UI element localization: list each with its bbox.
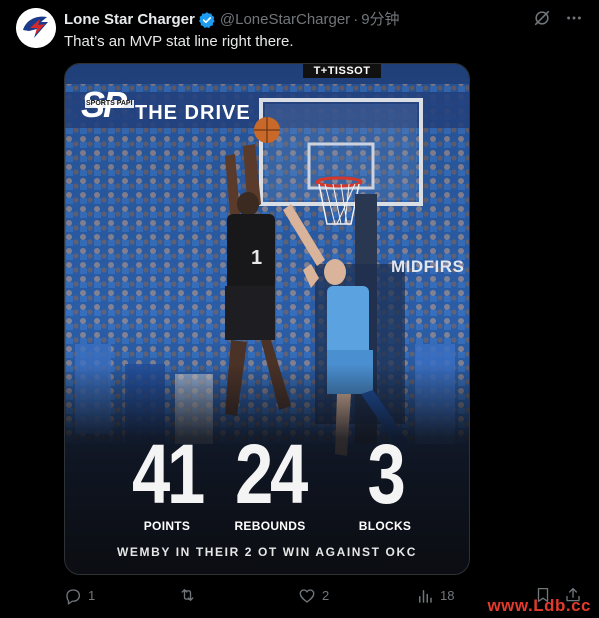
arena-banner: THE DRIVE (135, 102, 251, 124)
stat-label: BLOCKS (358, 519, 412, 533)
views-count: 18 (440, 588, 455, 603)
more-icon[interactable] (565, 9, 583, 33)
stat-label: POINTS (143, 519, 191, 533)
arena-sign: MIDFIRS (391, 257, 465, 276)
reply-button[interactable]: 1 (64, 586, 95, 606)
verified-badge-icon[interactable] (198, 11, 216, 29)
views-button[interactable]: 18 (416, 586, 454, 606)
views-icon (419, 590, 432, 603)
grok-icon[interactable] (533, 9, 551, 33)
retweet-button[interactable] (178, 586, 203, 604)
media-caption: WEMBY IN THEIR 2 OT WIN AGAINST OKC (116, 545, 417, 559)
stat-points: 41 POINTS (117, 432, 217, 533)
like-count: 2 (322, 588, 330, 603)
logo-wordmark: SPORTS PAPI (85, 100, 134, 108)
stat-value: 3 (367, 427, 405, 521)
tweet[interactable]: Lone Star Charger @LoneStarCharger · 9分钟 (0, 0, 599, 618)
timestamp[interactable]: 9分钟 (361, 10, 399, 30)
display-name[interactable]: Lone Star Charger (64, 10, 195, 30)
stat-line: 41 POINTS 24 REBOUNDS 3 BLOCKS (65, 432, 469, 533)
avatar-image (16, 8, 56, 48)
like-icon (299, 589, 315, 603)
tweet-text: That’s an MVP stat line right there. (64, 33, 294, 50)
like-button[interactable]: 2 (298, 586, 329, 606)
reply-count: 1 (88, 588, 96, 603)
sports-papi-logo: SP SPORTS PAPI (81, 86, 134, 124)
tweet-media[interactable]: 1 T+TISSOT SP SPORTS PAPI THE DRIVE MIDF… (64, 63, 470, 575)
stat-value: 24 (234, 427, 308, 521)
stat-value: 41 (131, 427, 205, 521)
stat-label: REBOUNDS (234, 519, 306, 533)
retweet-icon (181, 589, 194, 601)
separator-dot: · (353, 11, 359, 28)
sponsor-tissot: T+TISSOT (303, 64, 381, 78)
header-actions (533, 9, 583, 33)
user-handle[interactable]: @LoneStarCharger (220, 10, 350, 30)
site-watermark: www.Ldb.cc (487, 596, 591, 615)
svg-text:1: 1 (251, 247, 262, 269)
avatar[interactable] (16, 8, 56, 48)
stat-rebounds: 24 REBOUNDS (220, 432, 320, 533)
reply-icon (66, 589, 81, 605)
tweet-header: Lone Star Charger @LoneStarCharger · 9分钟 (64, 10, 583, 30)
stat-blocks: 3 BLOCKS (335, 432, 435, 533)
